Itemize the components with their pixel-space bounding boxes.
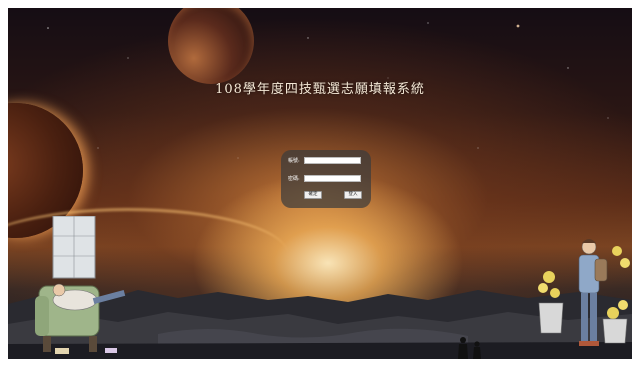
login-button[interactable]: 登入 bbox=[344, 191, 362, 199]
password-row: 密碼: bbox=[288, 174, 361, 183]
person-with-backpack-and-flowers-illustration bbox=[538, 239, 630, 346]
person-reading-in-chair-illustration bbox=[35, 216, 126, 354]
page-title: 108學年度四技甄選志願填報系統 bbox=[215, 82, 425, 97]
two-people-silhouette bbox=[458, 337, 481, 359]
password-label: 密碼: bbox=[288, 176, 300, 182]
password-input[interactable] bbox=[304, 175, 361, 182]
confirm-button[interactable]: 確定 bbox=[304, 191, 322, 199]
login-panel: 帳號: 密碼: 確定 登入 bbox=[281, 150, 371, 208]
account-label: 帳號: bbox=[288, 158, 300, 164]
account-input[interactable] bbox=[304, 157, 361, 164]
account-row: 帳號: bbox=[288, 156, 361, 165]
